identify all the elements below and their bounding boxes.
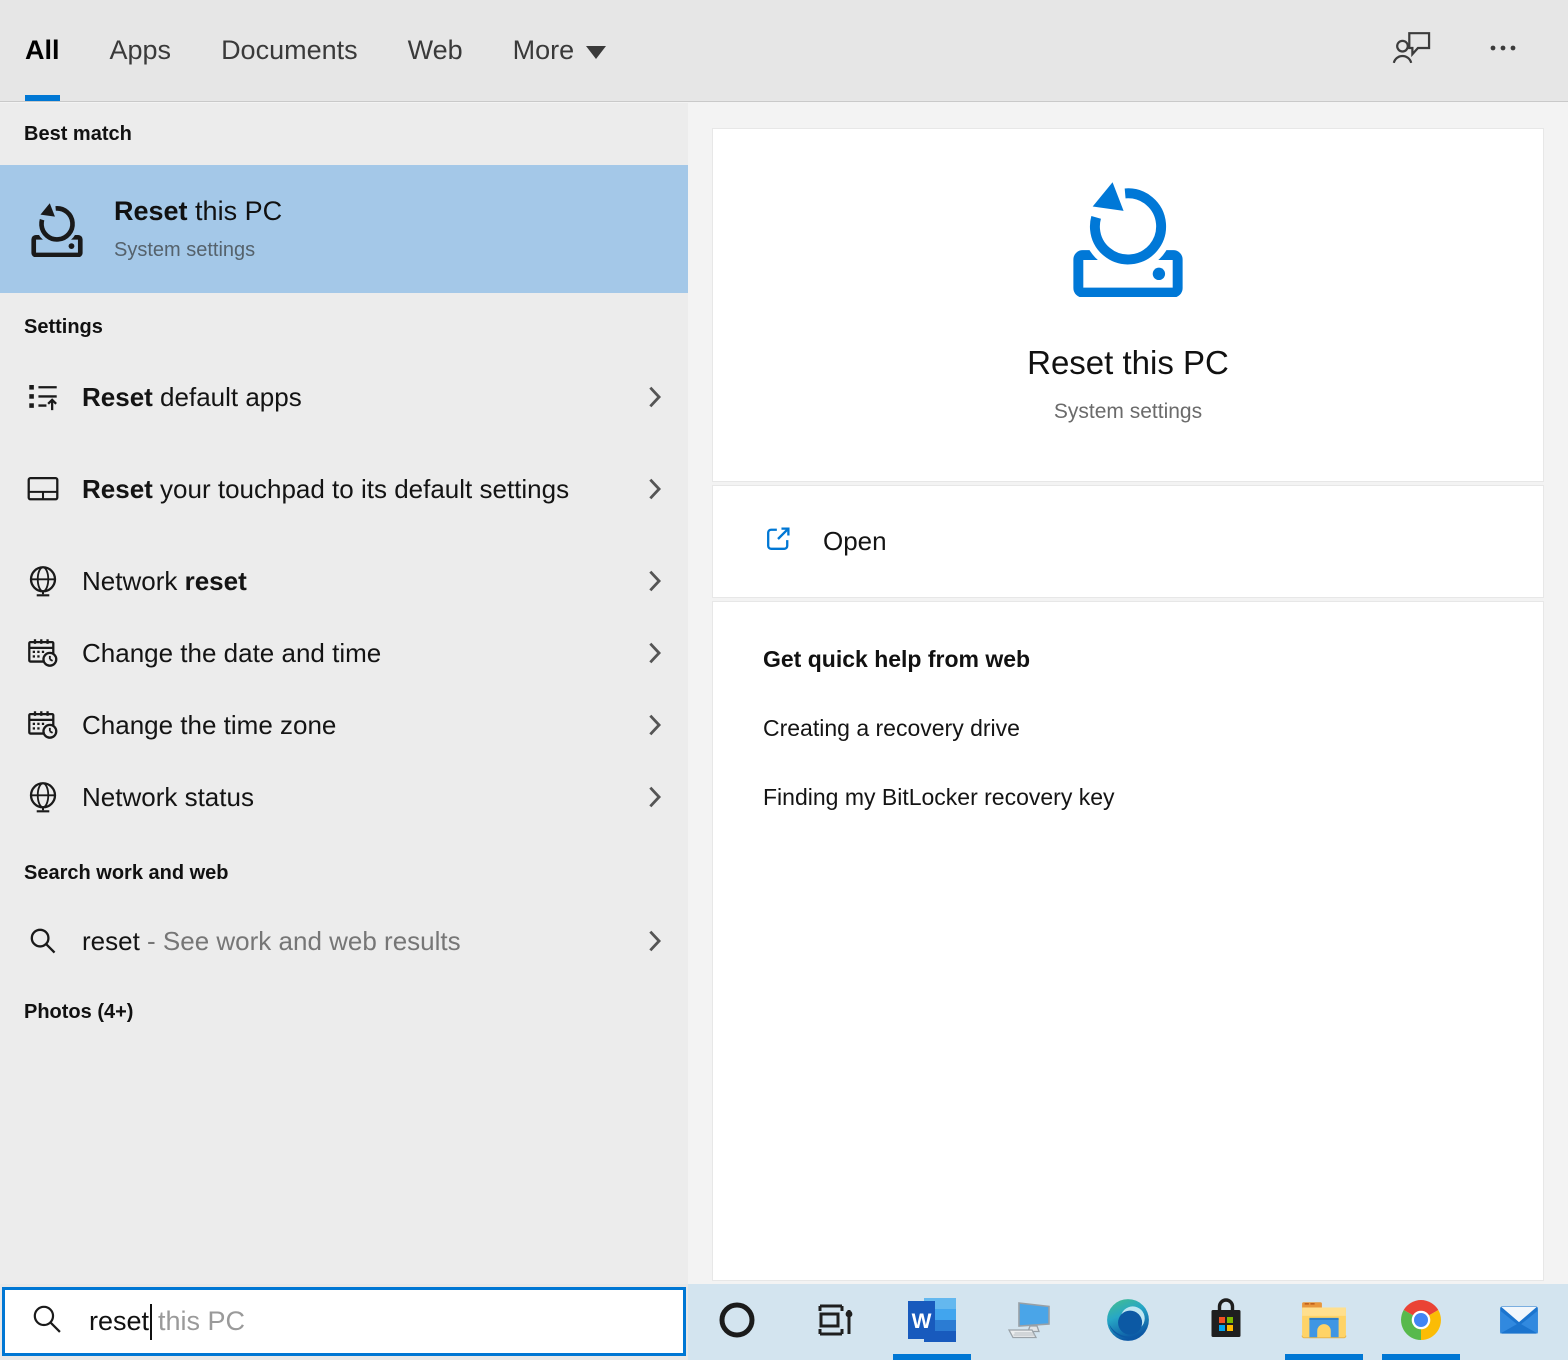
tab-more-label: More [513, 35, 575, 66]
result-label: Change the time zone [82, 705, 336, 745]
chrome-button[interactable] [1373, 1284, 1471, 1360]
best-match-result[interactable]: Reset this PC System settings [0, 165, 688, 293]
result-label: Reset your touchpad to its default setti… [82, 469, 569, 509]
tab-documents[interactable]: Documents [221, 0, 358, 101]
result-network-status[interactable]: Network status [0, 761, 688, 833]
search-icon [26, 926, 60, 956]
search-flyout: All Apps Documents Web More Best match [0, 0, 1568, 1360]
cortana-icon [715, 1298, 759, 1347]
search-icon [31, 1303, 63, 1340]
search-input[interactable]: reset this PC [2, 1287, 686, 1356]
quick-help-header: Get quick help from web [763, 646, 1493, 673]
tab-all[interactable]: All [25, 0, 60, 101]
result-label: Network reset [82, 561, 247, 601]
search-suggestion-text: this PC [158, 1306, 245, 1337]
store-button[interactable] [1177, 1284, 1275, 1360]
open-label: Open [823, 526, 887, 557]
quick-help-card: Get quick help from web Creating a recov… [712, 601, 1544, 1281]
result-change-date-time[interactable]: Change the date and time [0, 617, 688, 689]
reset-pc-icon [28, 197, 86, 262]
preview-title: Reset this PC [1027, 344, 1229, 382]
edge-icon [1105, 1297, 1151, 1348]
search-typed-text: reset [89, 1306, 149, 1337]
calendar-clock-icon [26, 637, 60, 669]
tab-more[interactable]: More [513, 0, 607, 101]
result-label: Change the date and time [82, 633, 381, 673]
preview-panel: Reset this PC System settings Open Get q… [688, 103, 1568, 1284]
text-cursor [150, 1304, 152, 1340]
feedback-icon[interactable] [1392, 28, 1434, 73]
chevron-right-icon [648, 477, 662, 501]
search-filter-tabs: All Apps Documents Web More [0, 0, 1568, 102]
remote-desktop-icon [1007, 1297, 1053, 1348]
open-action[interactable]: Open [712, 485, 1544, 598]
chevron-right-icon [648, 785, 662, 809]
globe-icon [26, 565, 60, 597]
chrome-icon [1399, 1298, 1443, 1347]
mail-icon [1496, 1297, 1542, 1348]
preview-subtitle: System settings [1054, 400, 1202, 424]
result-label: reset - See work and web results [82, 921, 461, 961]
best-match-header: Best match [0, 103, 688, 165]
word-icon: W [908, 1298, 956, 1347]
chevron-down-icon [586, 46, 606, 59]
cortana-button[interactable] [688, 1284, 786, 1360]
chevron-right-icon [648, 929, 662, 953]
reset-default-apps-icon [26, 381, 60, 413]
result-web-search[interactable]: reset - See work and web results [0, 905, 688, 977]
taskbar: W [688, 1284, 1568, 1360]
globe-icon [26, 781, 60, 813]
help-link-recovery-drive[interactable]: Creating a recovery drive [763, 715, 1493, 742]
word-button[interactable]: W [884, 1284, 982, 1360]
chevron-right-icon [648, 569, 662, 593]
best-match-subtitle: System settings [114, 239, 282, 262]
mail-button[interactable] [1470, 1284, 1568, 1360]
reset-pc-icon-large [1066, 169, 1190, 302]
help-link-bitlocker-key[interactable]: Finding my BitLocker recovery key [763, 784, 1493, 811]
calendar-clock-icon [26, 709, 60, 741]
chevron-right-icon [648, 641, 662, 665]
edge-button[interactable] [1079, 1284, 1177, 1360]
result-network-reset[interactable]: Network reset [0, 545, 688, 617]
task-view-button[interactable] [786, 1284, 884, 1360]
best-match-title: Reset this PC [114, 196, 282, 227]
task-view-icon [812, 1297, 858, 1348]
file-explorer-icon [1300, 1299, 1348, 1346]
touchpad-icon [26, 473, 60, 505]
svg-text:W: W [912, 1310, 932, 1333]
result-reset-default-apps[interactable]: Reset default apps [0, 361, 688, 433]
tab-apps[interactable]: Apps [110, 0, 172, 101]
result-reset-touchpad[interactable]: Reset your touchpad to its default setti… [0, 433, 688, 545]
ellipsis-icon[interactable] [1486, 36, 1520, 65]
preview-hero-card: Reset this PC System settings [712, 128, 1544, 482]
result-change-time-zone[interactable]: Change the time zone [0, 689, 688, 761]
results-panel: Best match Reset this PC System settings… [0, 103, 688, 1284]
result-label: Reset default apps [82, 377, 302, 417]
tab-web[interactable]: Web [408, 0, 463, 101]
store-icon [1204, 1297, 1248, 1348]
open-external-icon [763, 524, 793, 559]
remote-desktop-button[interactable] [981, 1284, 1079, 1360]
bottom-bar: reset this PC [0, 1284, 1568, 1360]
chevron-right-icon [648, 385, 662, 409]
photos-header: Photos (4+) [0, 983, 688, 1041]
chevron-right-icon [648, 713, 662, 737]
settings-header: Settings [0, 293, 688, 361]
result-label: Network status [82, 777, 254, 817]
search-area: reset this PC [0, 1284, 688, 1360]
search-work-web-header: Search work and web [0, 841, 688, 905]
file-explorer-button[interactable] [1275, 1284, 1373, 1360]
